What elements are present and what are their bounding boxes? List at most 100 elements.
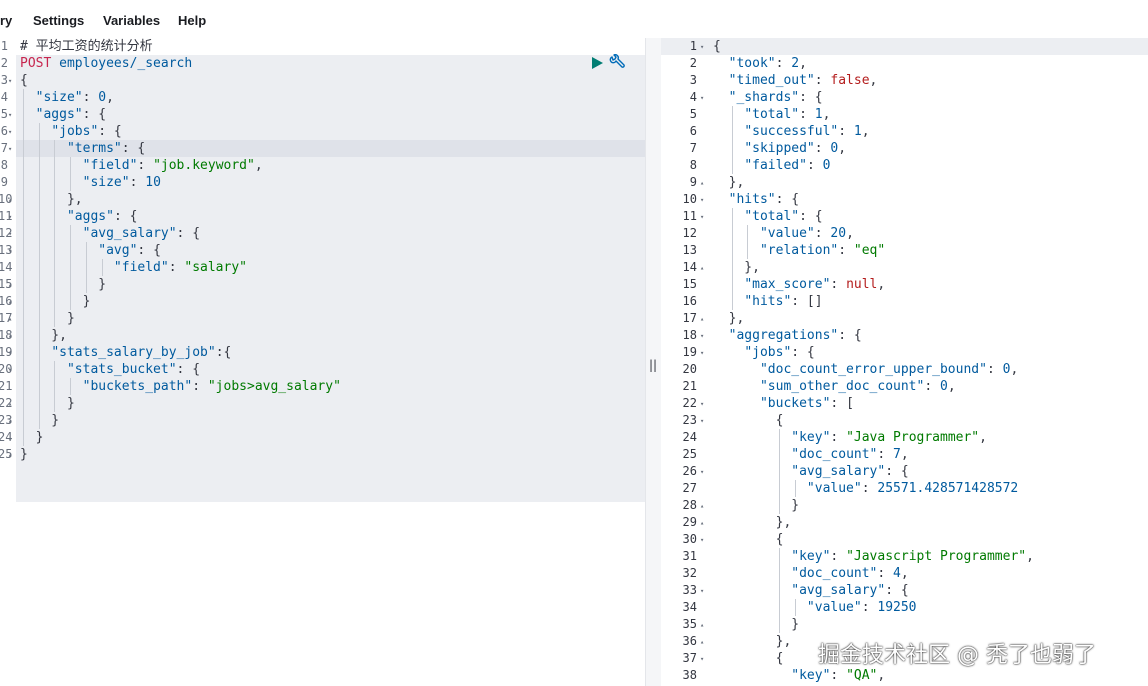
fold-expand-icon[interactable]: ▾ [700,213,704,221]
line-number: 11 [682,209,697,223]
fold-collapse-icon[interactable]: ▴ [8,417,12,425]
code-token: } [20,447,28,462]
code-token: , [822,107,831,122]
fold-collapse-icon[interactable]: ▴ [8,196,12,204]
code-token: 0 [822,158,831,173]
fold-expand-icon[interactable]: ▾ [700,349,704,357]
fold-expand-icon[interactable]: ▾ [700,43,704,51]
line-number: 20 [0,362,12,376]
fold-collapse-icon[interactable]: ▴ [8,400,12,408]
code-line: "successful": 1, [713,123,869,140]
request-editor[interactable]: 1 # 平均工资的统计分析 2 POST employees/_search 3 ▾{4 … [0,38,645,686]
code-token: : [814,141,831,156]
code-line: } [20,276,106,293]
fold-collapse-icon[interactable]: ▴ [700,315,704,323]
code-token: "size" [35,90,83,105]
code-line: { [713,38,721,55]
line-number: 9 [689,175,697,189]
response-viewer[interactable]: 1 ▾{2 "took": 2, 3 "timed_out": false, 4 ▾ "… [661,38,1148,686]
fold-expand-icon[interactable]: ▾ [700,536,704,544]
fold-expand-icon[interactable]: ▾ [8,145,12,153]
menu-settings[interactable]: Settings [33,13,84,28]
code-line: } [20,412,59,429]
play-icon[interactable] [590,56,604,70]
code-line: "jobs": { [20,123,121,140]
fold-collapse-icon[interactable]: ▴ [8,281,12,289]
code-token: { [713,532,784,547]
code-line: "sum_other_doc_count": 0, [713,378,956,395]
code-token: "doc_count_error_upper_bound" [759,362,987,377]
fold-collapse-icon[interactable]: ▴ [700,179,704,187]
code-line: } [713,497,799,514]
menu-history[interactable]: ry [0,13,12,28]
line-number: 8 [689,158,697,172]
code-token: , [106,90,114,105]
code-line: "terms": { [20,140,145,157]
code-token: : [814,73,831,88]
fold-expand-icon[interactable]: ▾ [8,230,12,238]
fold-collapse-icon[interactable]: ▴ [8,315,12,323]
fold-expand-icon[interactable]: ▾ [700,655,704,663]
code-token: : { [113,209,138,224]
line-number: 9 [0,175,8,189]
line-number: 16 [0,294,12,308]
code-token: : [168,260,185,275]
code-token: "successful" [744,124,839,139]
fold-expand-icon[interactable]: ▾ [700,400,704,408]
code-token: "sum_other_doc_count" [759,379,925,394]
fold-collapse-icon[interactable]: ▴ [8,434,12,442]
wrench-icon[interactable] [608,54,626,72]
fold-expand-icon[interactable]: ▾ [700,196,704,204]
fold-expand-icon[interactable]: ▾ [8,247,12,255]
fold-expand-icon[interactable]: ▾ [8,77,12,85]
fold-collapse-icon[interactable]: ▴ [700,502,704,510]
fold-expand-icon[interactable]: ▾ [700,468,704,476]
line-number: 1 [0,39,8,53]
line-number: 23 [0,413,12,427]
code-token: , [1026,549,1034,564]
response-active-line [661,38,1148,55]
fold-expand-icon[interactable]: ▾ [8,213,12,221]
line-number: 15 [0,277,12,291]
fold-expand-icon[interactable]: ▾ [700,94,704,102]
menu-variables[interactable]: Variables [103,13,160,28]
fold-collapse-icon[interactable]: ▴ [700,264,704,272]
fold-collapse-icon[interactable]: ▴ [700,638,704,646]
fold-expand-icon[interactable]: ▾ [700,417,704,425]
code-token: } [20,430,44,445]
code-line: "jobs": { [713,344,814,361]
code-line: "doc_count": 7, [713,446,908,463]
code-token: "job.keyword" [153,158,255,173]
code-line: "stats_salary_by_job":{ [20,344,231,361]
code-token: , [838,141,847,156]
fold-expand-icon[interactable]: ▾ [8,366,12,374]
fold-collapse-icon[interactable]: ▴ [8,451,12,459]
fold-collapse-icon[interactable]: ▴ [700,519,704,527]
code-token: } [20,311,75,326]
code-token: "skipped" [744,141,815,156]
line-number: 6 [689,124,697,138]
code-line: "avg_salary": { [20,225,200,242]
fold-expand-icon[interactable]: ▾ [700,332,704,340]
fold-expand-icon[interactable]: ▾ [700,587,704,595]
code-token: }, [713,515,792,530]
menu-help[interactable]: Help [178,13,206,28]
fold-expand-icon[interactable]: ▾ [8,349,12,357]
fold-collapse-icon[interactable]: ▴ [700,621,704,629]
code-token: { [713,413,784,428]
panel-resize-handle[interactable]: || [645,38,662,686]
code-token: : [986,362,1003,377]
fold-expand-icon[interactable]: ▾ [8,128,12,136]
fold-collapse-icon[interactable]: ▴ [8,298,12,306]
code-line: } [20,293,91,310]
code-line: "avg_salary": { [713,582,908,599]
fold-expand-icon[interactable]: ▾ [8,111,12,119]
code-token: 0 [940,379,948,394]
fold-collapse-icon[interactable]: ▴ [8,332,12,340]
